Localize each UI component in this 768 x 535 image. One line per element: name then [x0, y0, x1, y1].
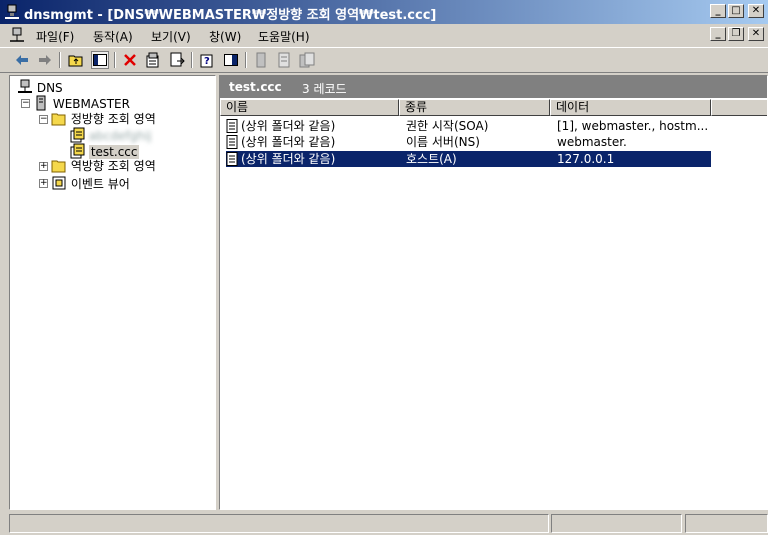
record-type: 이름 서버(NS) — [406, 135, 480, 149]
menu-file[interactable]: 파일(F) — [36, 28, 74, 45]
record-icon — [226, 152, 238, 166]
column-header-name[interactable]: 이름 — [220, 99, 399, 116]
menu-view[interactable]: 보기(V) — [151, 28, 191, 45]
back-icon[interactable] — [13, 51, 31, 69]
tree-item-dns[interactable]: DNS — [17, 79, 63, 95]
zone-file-icon — [70, 127, 85, 143]
tree-label: WEBMASTER — [52, 97, 130, 111]
record-data: [1], webmaster., hostm... — [557, 119, 709, 133]
show-tree-icon[interactable] — [91, 51, 109, 69]
collapse-toggle[interactable]: − — [39, 115, 48, 124]
window-title: dnsmgmt - [DNS₩WEBMASTER₩정방향 조회 영역₩test.… — [24, 8, 437, 23]
status-panel-2 — [551, 514, 682, 533]
expand-toggle[interactable]: + — [39, 162, 48, 171]
menu-bar: 파일(F) 동작(A) 보기(V) 창(W) 도움말(H) _ ❐ ✕ — [0, 24, 768, 46]
mdi-minimize-button[interactable]: _ — [710, 27, 726, 41]
record-row[interactable]: (상위 폴더와 같음) 이름 서버(NS) webmaster. — [226, 134, 711, 150]
record-name: (상위 폴더와 같음) — [241, 119, 336, 133]
dns-app-icon — [5, 4, 19, 19]
zone-file-icon — [70, 143, 85, 159]
record-row-selected[interactable]: (상위 폴더와 같음) 호스트(A) 127.0.0.1 — [226, 151, 711, 167]
console-tree[interactable]: DNS − WEBMASTER − 정방향 조회 영역 abcdefghij t… — [9, 75, 216, 510]
dns-icon — [18, 79, 32, 93]
record-count: 3 레코드 — [302, 82, 347, 96]
host-icon[interactable] — [298, 51, 316, 69]
delete-icon[interactable] — [121, 51, 139, 69]
tree-item-event-viewer[interactable]: 이벤트 뷰어 — [51, 175, 130, 191]
maximize-button[interactable]: □ — [728, 4, 744, 18]
export-list-icon[interactable] — [168, 51, 186, 69]
mdi-close-button[interactable]: ✕ — [748, 27, 764, 41]
toolbar-separator — [59, 52, 61, 68]
details-header: test.ccc 3 레코드 — [220, 76, 767, 98]
properties-icon[interactable] — [144, 51, 162, 69]
console-icon — [10, 27, 24, 42]
minimize-button[interactable]: _ — [710, 4, 726, 18]
tree-item-zone-selected[interactable]: test.ccc — [69, 143, 140, 159]
title-bar: dnsmgmt - [DNS₩WEBMASTER₩정방향 조회 영역₩test.… — [0, 0, 768, 24]
tree-item-forward-zone[interactable]: 정방향 조회 영역 — [51, 111, 156, 127]
zone-icon[interactable] — [275, 51, 293, 69]
details-title: test.ccc — [229, 80, 282, 94]
tree-label: test.ccc — [88, 145, 140, 159]
tree-label: DNS — [36, 81, 63, 95]
record-name: (상위 폴더와 같음) — [241, 152, 336, 166]
mdi-restore-button[interactable]: ❐ — [728, 27, 744, 41]
status-panel-3 — [685, 514, 768, 533]
tree-item-zone-hidden[interactable]: abcdefghij — [69, 127, 152, 143]
record-type: 권한 시작(SOA) — [406, 119, 489, 133]
close-button[interactable]: ✕ — [748, 4, 764, 18]
column-header-blank — [711, 99, 767, 116]
record-type: 호스트(A) — [406, 152, 457, 166]
tree-item-server[interactable]: WEBMASTER — [33, 95, 130, 111]
status-bar — [0, 512, 768, 535]
folder-open-icon — [51, 113, 66, 126]
svg-text:?: ? — [204, 56, 210, 67]
collapse-toggle[interactable]: − — [21, 99, 30, 108]
column-header-data[interactable]: 데이터 — [550, 99, 711, 116]
tree-label: 역방향 조회 영역 — [70, 159, 156, 173]
tree-label: 이벤트 뷰어 — [70, 177, 130, 191]
server-icon — [36, 95, 46, 111]
up-folder-icon[interactable] — [67, 51, 85, 69]
toolbar-separator — [245, 52, 247, 68]
details-pane: test.ccc 3 레코드 이름 종류 데이터 (상위 폴더와 같음) 권한 … — [219, 75, 768, 510]
forward-icon[interactable] — [36, 51, 54, 69]
toolbar: ? — [0, 47, 768, 73]
toolbar-separator — [114, 52, 116, 68]
record-data: webmaster. — [557, 135, 627, 149]
expand-toggle[interactable]: + — [39, 179, 48, 188]
toolbar-separator — [191, 52, 193, 68]
menu-action[interactable]: 동작(A) — [93, 28, 133, 45]
menu-help[interactable]: 도움말(H) — [258, 28, 310, 45]
folder-icon — [51, 160, 66, 173]
help-icon[interactable]: ? — [198, 51, 216, 69]
console-tree-icon[interactable] — [222, 51, 240, 69]
event-viewer-icon — [52, 176, 66, 190]
record-icon — [226, 135, 238, 149]
column-header-type[interactable]: 종류 — [399, 99, 550, 116]
record-name: (상위 폴더와 같음) — [241, 135, 336, 149]
new-record-icon[interactable] — [252, 51, 270, 69]
record-icon — [226, 119, 238, 133]
record-data: 127.0.0.1 — [557, 152, 615, 166]
menu-window[interactable]: 창(W) — [209, 28, 241, 45]
tree-label: 정방향 조회 영역 — [70, 112, 156, 126]
tree-item-reverse-zone[interactable]: 역방향 조회 영역 — [51, 158, 156, 174]
tree-label: abcdefghij — [88, 129, 152, 143]
record-row[interactable]: (상위 폴더와 같음) 권한 시작(SOA) [1], webmaster., … — [226, 118, 711, 134]
status-panel-main — [9, 514, 549, 533]
